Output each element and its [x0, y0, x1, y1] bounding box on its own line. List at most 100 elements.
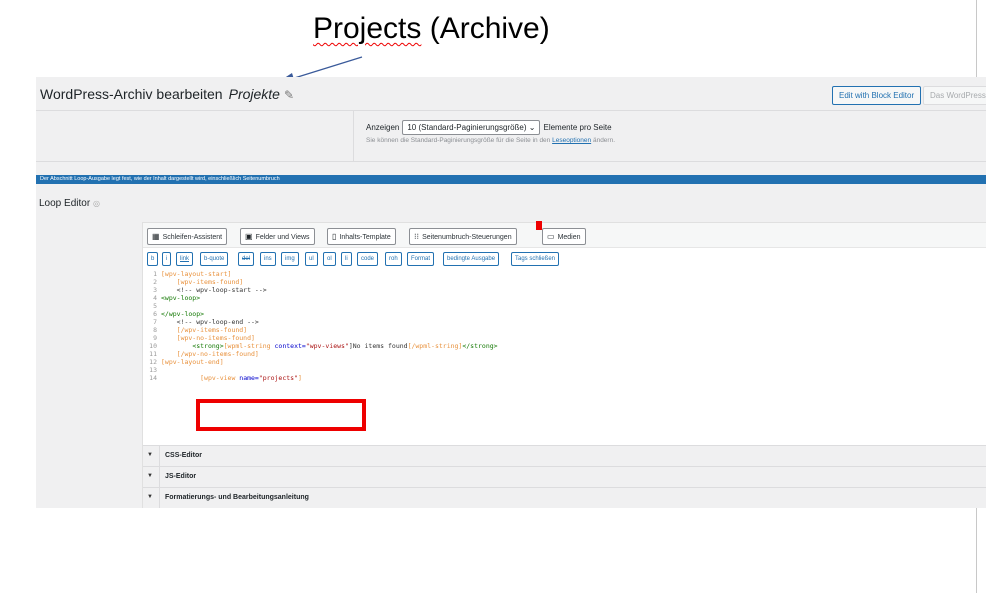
wordpress-archive-button[interactable]: Das WordPress-Archiv [923, 86, 986, 105]
loop-editor-title: Loop Editor ◎ [39, 198, 100, 209]
line-number: 13 [149, 366, 157, 374]
pagination-help-suffix: ändern. [591, 137, 616, 144]
code-line: 11 [/wpv-no-items-found] [143, 350, 259, 358]
content-template-label: Inhalts-Template [339, 234, 391, 241]
annotation-title: Projects (Archive) [313, 12, 550, 46]
page-title: WordPress-Archiv bearbeiten Projekte ✎ [40, 86, 294, 102]
code-text: [/wpml-string] [407, 342, 463, 350]
code-text: <wpv-loop> [161, 294, 201, 302]
code-line: 5 [143, 302, 161, 310]
chevron-down-icon: ⌄ [528, 123, 536, 132]
archive-name[interactable]: Projekte [229, 86, 280, 102]
code-line: 10 <strong>[wpml-string context="wpv-vie… [143, 342, 498, 350]
code-text: name= [239, 374, 259, 382]
caret-down-icon: ▼ [147, 452, 153, 458]
pencil-icon[interactable]: ✎ [284, 88, 294, 102]
code-text: <!-- wpv-loop-start --> [176, 286, 267, 294]
js-editor-label: JS-Editor [165, 473, 197, 480]
quicktag-close-tags[interactable]: Tags schließen [511, 252, 560, 266]
annotation-title-word: Projects [313, 12, 422, 45]
line-number: 12 [149, 358, 157, 366]
code-line: 2 [wpv-items-found] [143, 278, 243, 286]
pagination-size-select[interactable]: 10 (Standard-Paginierungsgröße) ⌄ [402, 120, 541, 135]
code-text: context= [274, 342, 306, 350]
code-text: [/wpv-items-found] [176, 326, 248, 334]
quicktag-format[interactable]: Format [407, 252, 435, 266]
divider-vertical [159, 446, 160, 466]
divider-vertical [159, 467, 160, 487]
pagination-show-label: Anzeigen [366, 123, 400, 132]
formatting-guide-accordion[interactable]: ▼ Formatierungs- und Bearbeitungsanleitun… [143, 487, 986, 508]
quicktag-li[interactable]: li [341, 252, 352, 266]
code-text: [wpv-layout-start] [161, 270, 232, 278]
quicktag-img[interactable]: img [281, 252, 299, 266]
media-button[interactable]: ▭ Medien [542, 228, 586, 245]
loop-editor-panel: ▦ Schleifen-Assistent ▣ Felder und Views ▯… [142, 221, 986, 508]
code-line: 9 [wpv-no-items-found] [143, 334, 255, 342]
code-text: [wpv-view [200, 374, 240, 382]
quicktag-roh[interactable]: roh [385, 252, 402, 266]
line-number: 4 [153, 294, 157, 302]
caret-down-icon: ▼ [147, 473, 153, 479]
pagination-size-value: 10 (Standard-Paginierungsgröße) [407, 123, 527, 132]
js-editor-accordion[interactable]: ▼ JS-Editor [143, 466, 986, 487]
pagination-help-text: Sie können die Standard-Paginierungsgröß… [366, 137, 615, 144]
code-line: 4 <wpv-loop> [143, 294, 200, 302]
line-number: 1 [153, 270, 157, 278]
line-number: 3 [153, 286, 157, 294]
css-editor-accordion[interactable]: ▼ CSS-Editor [143, 445, 986, 466]
code-text: [wpv-no-items-found] [176, 334, 255, 342]
fields-and-views-button[interactable]: ▣ Felder und Views [240, 228, 315, 245]
caret-down-icon: ▼ [147, 494, 153, 500]
code-line: 7 <!-- wpv-loop-end --> [143, 318, 259, 326]
code-text: [wpv-layout-end] [161, 358, 224, 366]
loop-wizard-label: Schleifen-Assistent [162, 234, 223, 241]
calendar-icon: ▣ [245, 232, 253, 241]
help-icon[interactable]: ◎ [93, 199, 100, 208]
quicktag-conditional-output[interactable]: bedingte Ausgabe [443, 252, 500, 266]
edit-with-block-editor-button[interactable]: Edit with Block Editor [832, 86, 922, 105]
code-text: ] [298, 374, 302, 382]
pagination-icon: ⁝⁝ [414, 232, 420, 241]
code-line: 13 [143, 366, 161, 374]
code-line: 3 <!-- wpv-loop-start --> [143, 286, 267, 294]
annotation-title-rest: (Archive) [421, 12, 550, 45]
code-line: 1 [wpv-layout-start] [143, 270, 231, 278]
quicktag-i[interactable]: i [162, 252, 172, 266]
reading-options-link[interactable]: Leseoptionen [552, 137, 591, 144]
loop-output-notice: Der Abschnitt Loop-Ausgabe legt fest, wi… [36, 175, 986, 184]
media-icon: ▭ [547, 232, 555, 241]
highlight-box [196, 399, 366, 431]
fields-and-views-label: Felder und Views [255, 234, 310, 241]
pagination-controls-label: Seitenumbruch-Steuerungen [422, 234, 512, 241]
code-line: 8 [/wpv-items-found] [143, 326, 247, 334]
loop-wizard-button[interactable]: ▦ Schleifen-Assistent [147, 228, 228, 245]
pagination-help-prefix: Sie können die Standard-Paginierungsgröß… [366, 137, 553, 144]
quicktag-del[interactable]: del [238, 252, 255, 266]
quicktag-ins[interactable]: ins [260, 252, 276, 266]
pagination-controls-button[interactable]: ⁝⁝ Seitenumbruch-Steuerungen [409, 228, 517, 245]
code-text: ]No items found [348, 342, 408, 350]
code-line: 14 [wpv-view name="projects"] [143, 374, 302, 382]
media-label: Medien [557, 234, 581, 241]
code-text: "wpv-views" [305, 342, 349, 350]
line-number: 9 [153, 334, 157, 342]
quicktag-ul[interactable]: ul [305, 252, 318, 266]
code-text: </strong> [462, 342, 498, 350]
quicktag-code[interactable]: code [357, 252, 379, 266]
css-editor-label: CSS-Editor [165, 452, 202, 459]
editor-toolbar: ▦ Schleifen-Assistent ▣ Felder und Views ▯… [143, 221, 986, 248]
content-template-button[interactable]: ▯ Inhalts-Template [327, 228, 396, 245]
line-number: 5 [153, 302, 157, 310]
code-text: "projects" [258, 374, 298, 382]
quicktag-b[interactable]: b [147, 252, 159, 266]
quicktag-link[interactable]: link [176, 252, 194, 266]
divider [36, 110, 986, 111]
divider [36, 161, 986, 162]
wp-admin-screen: WordPress-Archiv bearbeiten Projekte ✎ Edi… [36, 77, 986, 508]
code-text: [wpv-items-found] [176, 278, 244, 286]
grid-icon: ▦ [152, 232, 160, 241]
quicktag-b-quote[interactable]: b-quote [200, 252, 229, 266]
quicktag-ol[interactable]: ol [323, 252, 336, 266]
line-number: 7 [153, 318, 157, 326]
